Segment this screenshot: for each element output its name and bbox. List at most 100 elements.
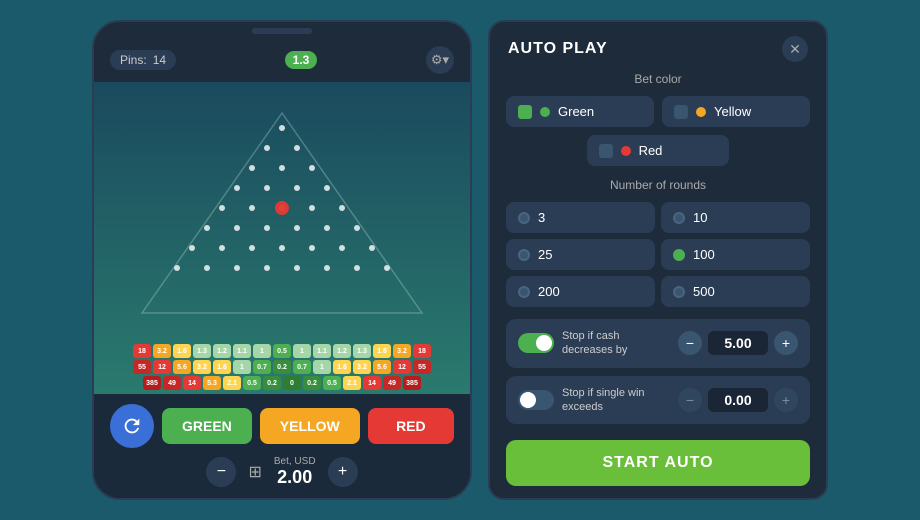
score-cell: 385 xyxy=(143,376,161,390)
round-value: 200 xyxy=(538,284,560,299)
settings-button[interactable]: ⚙▾ xyxy=(426,46,454,74)
score-cell: 5.6 xyxy=(373,360,391,374)
bet-color-label: Bet color xyxy=(506,72,810,86)
score-cell: 0.2 xyxy=(303,376,321,390)
round-option[interactable]: 500 xyxy=(661,276,810,307)
game-area: 183.21.61.31.21.110.511.11.21.31.63.2185… xyxy=(94,82,470,394)
score-cell: 5.3 xyxy=(203,376,221,390)
start-auto-button[interactable]: START AUTO xyxy=(506,440,810,486)
score-cell: 14 xyxy=(363,376,381,390)
bottom-controls: GREEN YELLOW RED − ⊞ Bet, USD 2.00 + xyxy=(94,394,470,498)
score-cell: 49 xyxy=(383,376,401,390)
round-option[interactable]: 3 xyxy=(506,202,655,233)
round-option[interactable]: 100 xyxy=(661,239,810,270)
left-phone: Pins: 14 1.3 ⚙▾ xyxy=(92,20,472,500)
yellow-dot xyxy=(696,107,706,117)
score-cell: 1.1 xyxy=(313,344,331,358)
score-cell: 3.2 xyxy=(193,360,211,374)
score-cell: 3.2 xyxy=(353,360,371,374)
score-row: 183.21.61.31.21.110.511.11.21.31.63.218 xyxy=(104,344,460,358)
stop-win-toggle[interactable] xyxy=(518,390,554,410)
stop-cash-row: Stop if cash decreases by − 5.00 + xyxy=(506,319,810,368)
stop-cash-text: Stop if cash decreases by xyxy=(562,329,670,358)
score-cell: 49 xyxy=(163,376,181,390)
score-rows: 183.21.61.31.21.110.511.11.21.31.63.2185… xyxy=(94,344,470,390)
score-row: 55125.63.21.610.70.20.711.63.25.61255 xyxy=(104,360,460,374)
stack-icon: ⊞ xyxy=(248,462,261,482)
stop-cash-decrease[interactable]: − xyxy=(678,331,702,355)
stop-cash-increase[interactable]: + xyxy=(774,331,798,355)
phone-notch xyxy=(252,28,312,34)
multiplier-badge: 1.3 xyxy=(285,51,318,69)
score-cell: 12 xyxy=(393,360,411,374)
score-cell: 0.5 xyxy=(323,376,341,390)
autoplay-panel: AUTO PLAY ✕ Bet color Green Yellow xyxy=(488,20,828,500)
score-cell: 385 xyxy=(403,376,421,390)
red-checkbox xyxy=(599,144,613,158)
score-cell: 0.5 xyxy=(273,344,291,358)
stop-cash-value-row: − 5.00 + xyxy=(678,331,798,355)
color-option-yellow[interactable]: Yellow xyxy=(662,96,810,127)
pins-badge: Pins: 14 xyxy=(110,50,176,70)
green-label: Green xyxy=(558,104,594,119)
plinko-svg xyxy=(132,103,432,323)
score-cell: 2.1 xyxy=(343,376,361,390)
round-option[interactable]: 200 xyxy=(506,276,655,307)
stop-win-text: Stop if single win exceeds xyxy=(562,386,670,415)
score-cell: 12 xyxy=(153,360,171,374)
bet-value: 2.00 xyxy=(274,467,316,488)
round-option[interactable]: 10 xyxy=(661,202,810,233)
round-option[interactable]: 25 xyxy=(506,239,655,270)
score-cell: 14 xyxy=(183,376,201,390)
yellow-button[interactable]: YELLOW xyxy=(260,408,360,444)
score-cell: 0 xyxy=(283,376,301,390)
pins-label: Pins: xyxy=(120,53,147,67)
rounds-grid: 3 10 25 100 200 500 xyxy=(506,202,810,307)
plinko-board xyxy=(94,82,470,344)
round-value: 3 xyxy=(538,210,545,225)
score-cell: 18 xyxy=(413,344,431,358)
color-option-green[interactable]: Green xyxy=(506,96,654,127)
score-cell: 3.2 xyxy=(393,344,411,358)
round-value: 10 xyxy=(693,210,707,225)
green-checkbox xyxy=(518,105,532,119)
refresh-button[interactable] xyxy=(110,404,154,448)
score-cell: 0.7 xyxy=(253,360,271,374)
bet-decrease-button[interactable]: − xyxy=(206,457,236,487)
score-cell: 1.1 xyxy=(233,344,251,358)
green-button[interactable]: GREEN xyxy=(162,408,252,444)
score-cell: 5.6 xyxy=(173,360,191,374)
bet-row: − ⊞ Bet, USD 2.00 + xyxy=(110,456,454,488)
bet-label: Bet, USD xyxy=(274,456,316,467)
rounds-section: Number of rounds 31025100200500 xyxy=(506,178,810,307)
round-value: 100 xyxy=(693,247,715,262)
round-value: 25 xyxy=(538,247,552,262)
panel-footer: START AUTO xyxy=(490,428,826,498)
score-cell: 2.1 xyxy=(223,376,241,390)
bet-color-full: Red xyxy=(506,135,810,166)
stop-win-increase[interactable]: + xyxy=(774,388,798,412)
score-cell: 18 xyxy=(133,344,151,358)
stop-win-value-row: − 0.00 + xyxy=(678,388,798,412)
score-cell: 1.6 xyxy=(213,360,231,374)
stop-cash-value: 5.00 xyxy=(708,331,768,355)
red-dot xyxy=(621,146,631,156)
panel-content: Bet color Green Yellow Red xyxy=(490,72,826,428)
bet-increase-button[interactable]: + xyxy=(328,457,358,487)
score-cell: 0.2 xyxy=(263,376,281,390)
green-dot xyxy=(540,107,550,117)
bet-display: Bet, USD 2.00 xyxy=(274,456,316,488)
close-button[interactable]: ✕ xyxy=(782,36,808,62)
toggle-knob-on xyxy=(536,335,552,351)
score-cell: 1.6 xyxy=(173,344,191,358)
score-row: 38549145.32.10.50.200.20.52.11449385 xyxy=(104,376,460,390)
red-label: Red xyxy=(639,143,663,158)
score-cell: 0.2 xyxy=(273,360,291,374)
stop-cash-toggle[interactable] xyxy=(518,333,554,353)
score-cell: 1.3 xyxy=(353,344,371,358)
red-button[interactable]: RED xyxy=(368,408,454,444)
round-radio xyxy=(673,249,685,261)
color-option-red[interactable]: Red xyxy=(587,135,730,166)
score-cell: 1.2 xyxy=(333,344,351,358)
stop-win-decrease[interactable]: − xyxy=(678,388,702,412)
